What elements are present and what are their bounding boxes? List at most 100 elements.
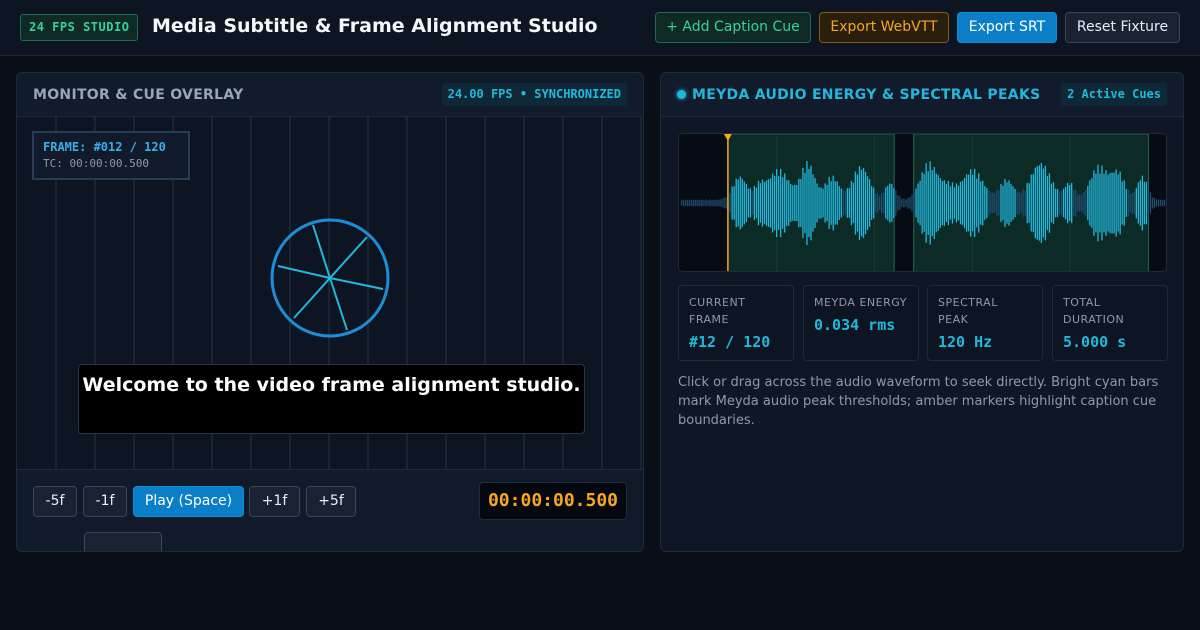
waveform-bar (1103, 173, 1105, 233)
waveform-bar (830, 181, 832, 225)
waveform-bar (806, 160, 808, 246)
waveform-bar (933, 167, 935, 239)
waveform-bar (844, 191, 846, 215)
waveform-bar (1042, 168, 1045, 238)
waveform-bar (794, 184, 796, 222)
stat-meyda-energy: MEYDA ENERGY 0.034 rms (803, 285, 919, 361)
waveform-bar (820, 187, 822, 219)
waveform-bar (1081, 194, 1083, 212)
status-dot-icon (677, 90, 686, 99)
waveform-bar (903, 198, 905, 208)
waveform-bar (798, 178, 800, 228)
waveform-bar (931, 169, 933, 237)
waveform-bar (1016, 191, 1018, 215)
waveform-bar (988, 190, 990, 216)
waveform-bar (941, 180, 943, 226)
waveform-bar (759, 183, 762, 223)
waveform-bar (1056, 189, 1059, 217)
waveform-bar (788, 180, 790, 226)
waveform-bar (747, 188, 749, 218)
waveform-bar (1012, 186, 1014, 220)
waveform-bar (986, 187, 988, 219)
export-srt-button[interactable]: Export SRT (957, 12, 1057, 43)
waveform-bar (1101, 165, 1103, 241)
waveform-bar (769, 178, 772, 228)
waveform-bar (725, 197, 727, 209)
waveform-bar (901, 199, 903, 207)
waveform-bar (1161, 199, 1164, 207)
waveform-bar (814, 177, 816, 229)
waveform-bar (868, 179, 871, 227)
video-monitor[interactable]: FRAME: #012 / 120 TC: 00:00:00.500 Welco… (17, 117, 643, 469)
waveform-bar (1008, 180, 1010, 226)
frame-info-overlay: FRAME: #012 / 120 TC: 00:00:00.500 (32, 131, 190, 180)
waveform-bar (1006, 182, 1008, 224)
waveform-bar (963, 177, 966, 229)
frame-counter: FRAME: #012 / 120 (43, 140, 166, 154)
add-caption-cue-button[interactable]: + Add Caption Cue (655, 12, 811, 43)
waveform-bar (836, 181, 838, 225)
waveform-bar (994, 193, 996, 213)
stat-label: SPECTRAL PEAK (938, 296, 998, 326)
waveform-bar (719, 199, 721, 207)
waveform-bar (800, 179, 802, 227)
waveform-bar (1149, 192, 1152, 214)
monitor-grid-line (640, 117, 642, 469)
waveform-bar (822, 188, 824, 218)
waveform-bar (1089, 180, 1091, 226)
stat-current-frame: CURRENT FRAME #12 / 120 (678, 285, 794, 361)
waveform-bar (1030, 174, 1032, 232)
waveform-bar (1024, 190, 1026, 216)
waveform-bar (838, 186, 840, 220)
waveform-bar (1105, 170, 1107, 236)
waveform-bar (915, 188, 917, 218)
waveform-bar (935, 173, 937, 233)
step-back-5-frames-button[interactable]: -5f (33, 486, 77, 517)
waveform-bar (802, 167, 804, 239)
secondary-control-button[interactable] (84, 532, 162, 551)
waveform-bar (996, 190, 998, 216)
waveform-bar (1153, 198, 1156, 208)
export-webvtt-button[interactable]: Export WebVTT (819, 12, 949, 43)
waveform-bar (1060, 190, 1063, 216)
waveform-bar (1004, 179, 1006, 227)
waveform-bar (860, 169, 863, 237)
waveform-bar (1157, 199, 1160, 207)
step-back-1-frame-button[interactable]: -1f (83, 486, 127, 517)
waveform-bar (959, 181, 962, 225)
waveform-bar (1069, 185, 1071, 221)
waveform-bar (897, 195, 899, 211)
waveform-bar (1115, 169, 1117, 237)
waveform-bar (1022, 189, 1024, 217)
waveform-bar (1028, 183, 1030, 223)
reset-fixture-button[interactable]: Reset Fixture (1065, 12, 1180, 43)
waveform-bar (1071, 182, 1073, 224)
waveform-bar (721, 199, 723, 207)
waveform-bar (969, 169, 972, 237)
waveform-bar (1141, 175, 1144, 231)
waveform-bar (1093, 170, 1095, 236)
waveform-bar (1143, 181, 1146, 225)
waveform-bar (909, 197, 911, 209)
audio-waveform[interactable] (678, 133, 1167, 272)
waveform-bar (893, 187, 895, 219)
waveform-bar (1079, 194, 1081, 212)
step-forward-5-frames-button[interactable]: +5f (306, 486, 356, 517)
waveform-bar (974, 168, 976, 238)
monitor-grid-line (601, 117, 603, 469)
timecode-display: 00:00:00.500 (479, 482, 627, 520)
waveform-bar (883, 192, 885, 214)
waveform-bar (961, 180, 964, 226)
waveform-bar (1050, 183, 1053, 223)
waveform-bar (1163, 199, 1166, 207)
step-forward-1-frame-button[interactable]: +1f (249, 486, 300, 517)
waveform-bar (1058, 191, 1061, 215)
audio-panel-title: MEYDA AUDIO ENERGY & SPECTRAL PEAKS (692, 87, 1041, 103)
play-button[interactable]: Play (Space) (133, 486, 244, 517)
waveform-bar (739, 176, 741, 230)
fps-studio-badge: 24 FPS STUDIO (20, 14, 139, 41)
waveform-bar (895, 190, 897, 216)
waveform-bar (1002, 185, 1004, 221)
waveform-bar (717, 199, 719, 207)
waveform-bar (978, 173, 980, 233)
